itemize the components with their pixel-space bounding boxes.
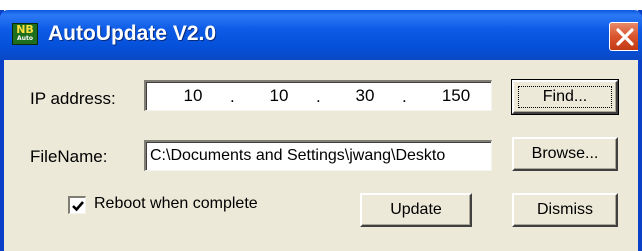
ip-dot-2: .: [316, 87, 321, 106]
ip-octet-1[interactable]: 10: [168, 86, 218, 106]
browse-button-label: Browse...: [531, 145, 599, 162]
title-bar[interactable]: NB Auto AutoUpdate V2.0: [0, 10, 642, 60]
update-button-label: Update: [390, 201, 442, 218]
browse-button[interactable]: Browse...: [512, 137, 618, 171]
window-title: AutoUpdate V2.0: [48, 22, 217, 45]
close-button[interactable]: [609, 22, 638, 51]
reboot-checkbox[interactable]: [68, 196, 86, 214]
app-icon-bottom-text: Auto: [17, 35, 33, 42]
ip-address-label: IP address:: [30, 89, 116, 108]
reboot-checkbox-label[interactable]: Reboot when complete: [94, 195, 258, 213]
filename-field[interactable]: C:\Documents and Settings\jwang\Deskto: [144, 140, 492, 171]
update-button[interactable]: Update: [360, 193, 472, 227]
ip-dot-3: .: [402, 87, 407, 106]
find-button-label: Find...: [542, 88, 588, 105]
checkmark-icon: [72, 201, 84, 212]
find-button[interactable]: Find...: [511, 79, 619, 115]
dismiss-button[interactable]: Dismiss: [512, 193, 618, 227]
ip-octet-3[interactable]: 30: [340, 86, 390, 106]
filename-label: FileName:: [30, 147, 108, 166]
ip-address-field[interactable]: 10 . 10 . 30 . 150: [144, 80, 492, 111]
dismiss-button-label: Dismiss: [537, 201, 593, 218]
ip-octet-2[interactable]: 10: [254, 86, 304, 106]
close-x-icon: [616, 28, 634, 46]
autoupdate-window: NB Auto AutoUpdate V2.0 IP address: 10 .…: [0, 10, 642, 251]
ip-dot-1: .: [230, 87, 235, 106]
app-logo-icon: NB Auto: [12, 23, 38, 45]
ip-octet-4[interactable]: 150: [431, 86, 481, 106]
filename-value: C:\Documents and Settings\jwang\Deskto: [150, 147, 446, 164]
